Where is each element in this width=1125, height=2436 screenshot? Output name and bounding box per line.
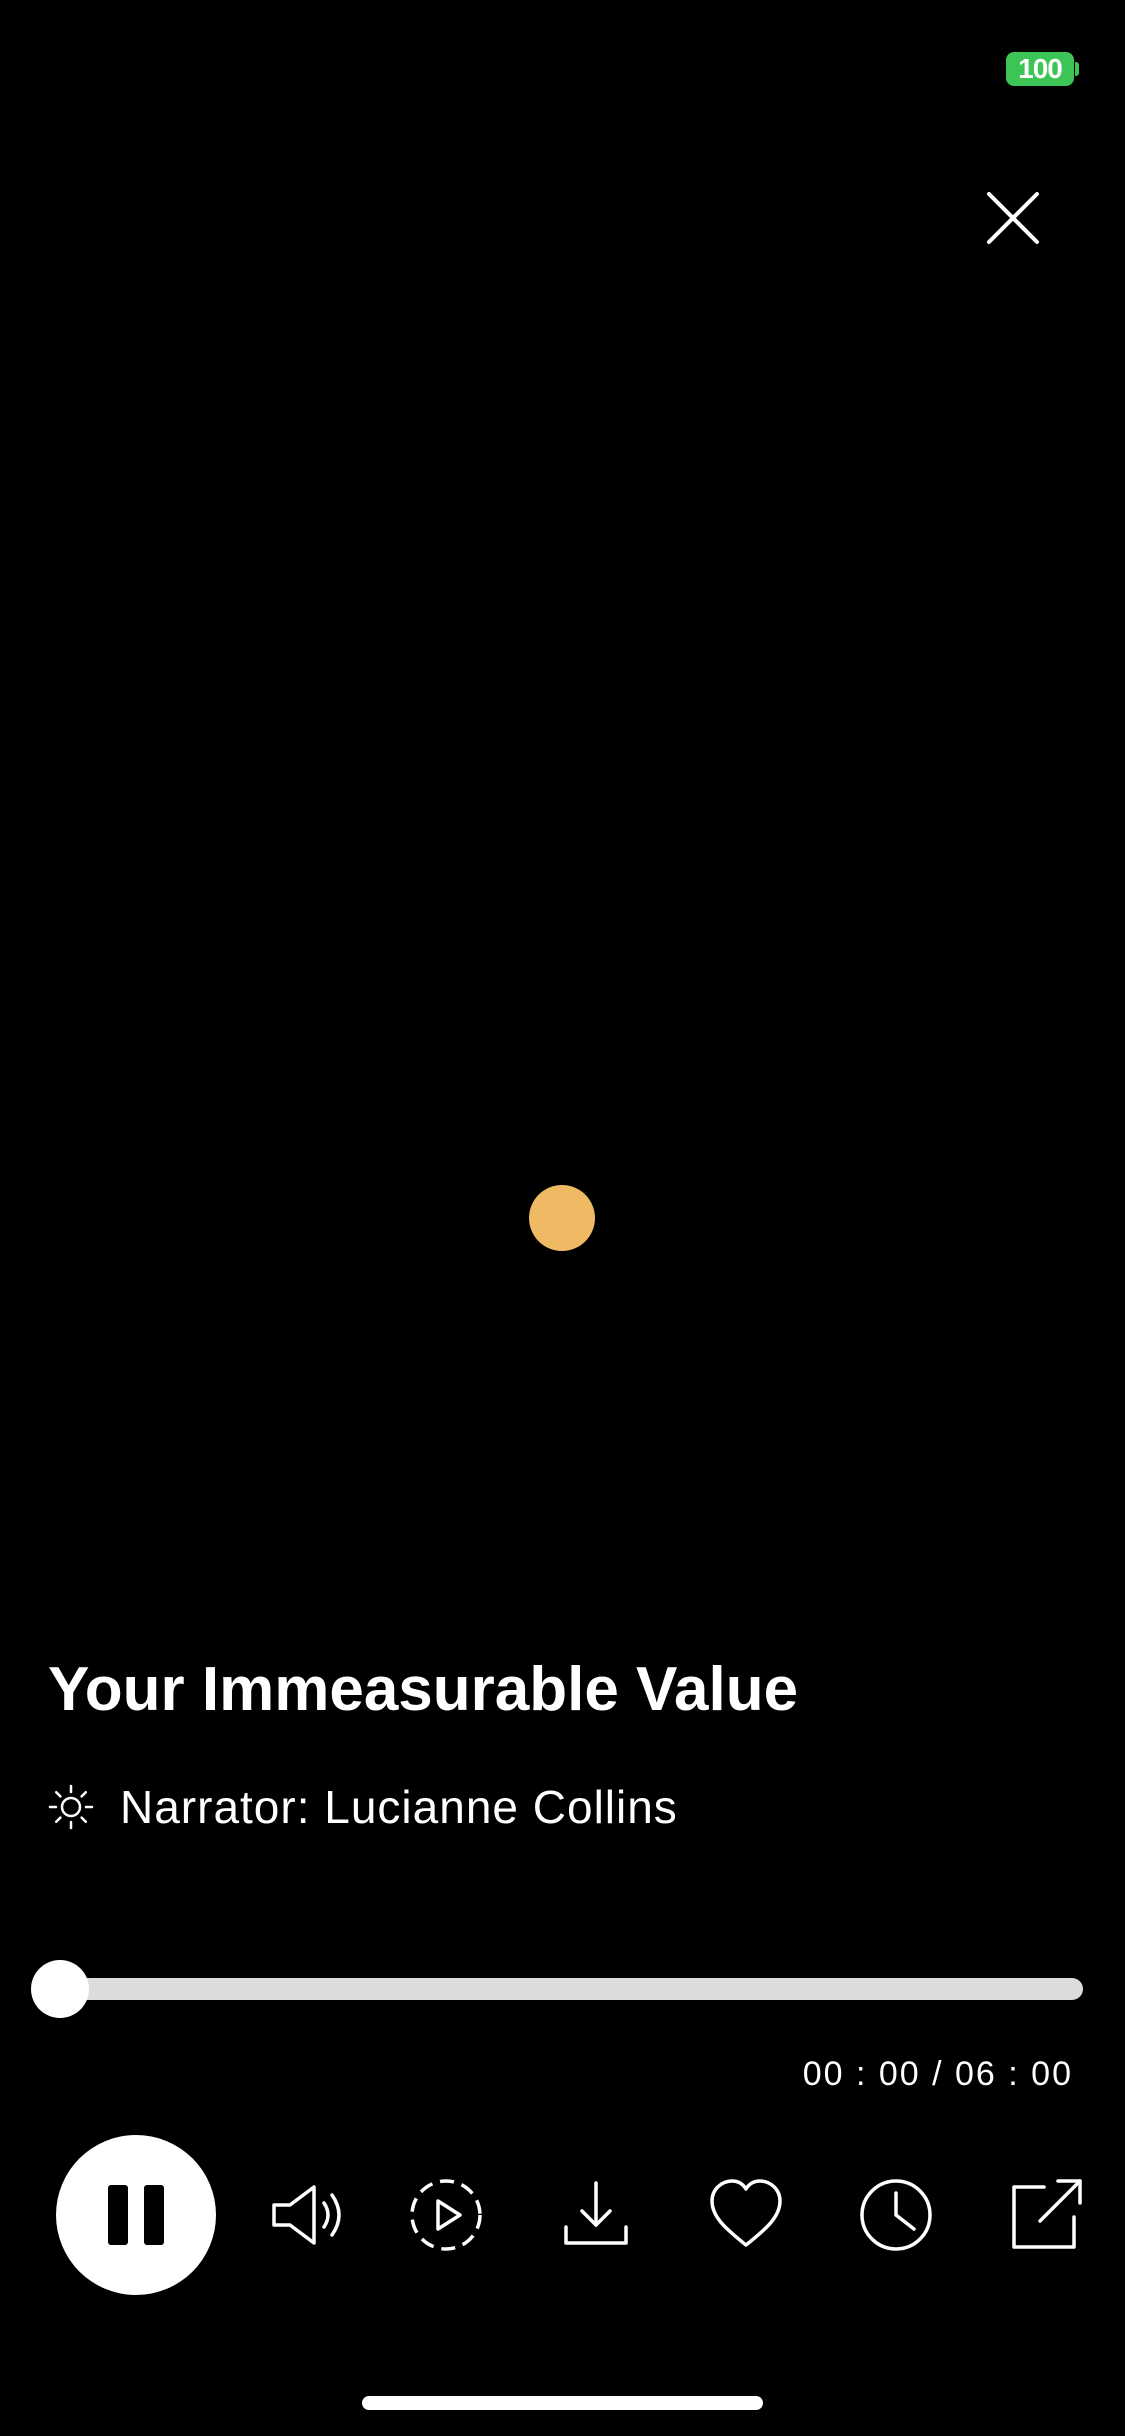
battery-level: 100	[1018, 53, 1063, 84]
download-icon	[564, 2181, 628, 2245]
pause-button[interactable]	[56, 2135, 216, 2295]
home-indicator[interactable]	[362, 2396, 763, 2410]
share-icon	[1012, 2179, 1082, 2249]
ambient-orb	[529, 1185, 595, 1251]
volume-button[interactable]	[268, 2175, 348, 2255]
time-display: 00 : 00 / 06 : 00	[802, 2055, 1073, 2093]
progress-slider[interactable]	[31, 1960, 1083, 2018]
track-title: Your Immeasurable Value	[48, 1655, 799, 1724]
close-button[interactable]	[975, 180, 1051, 256]
battery-nub	[1075, 62, 1079, 76]
autoplay-icon	[410, 2179, 482, 2251]
heart-icon	[710, 2179, 782, 2247]
share-button[interactable]	[1006, 2175, 1086, 2255]
battery-indicator: 100	[1006, 52, 1074, 86]
close-icon	[987, 192, 1039, 244]
narrator-row: Narrator: Lucianne Collins	[48, 1772, 678, 1842]
sun-icon	[48, 1784, 94, 1830]
volume-icon	[272, 2185, 341, 2245]
narrator-label: Narrator: Lucianne Collins	[120, 1781, 678, 1833]
clock-icon	[860, 2179, 932, 2251]
progress-thumb[interactable]	[31, 1960, 89, 2018]
download-button[interactable]	[556, 2175, 636, 2255]
favorite-button[interactable]	[706, 2175, 786, 2255]
playback-controls	[56, 2135, 1086, 2295]
pause-icon	[108, 2185, 164, 2245]
timer-button[interactable]	[856, 2175, 936, 2255]
autoplay-button[interactable]	[406, 2175, 486, 2255]
